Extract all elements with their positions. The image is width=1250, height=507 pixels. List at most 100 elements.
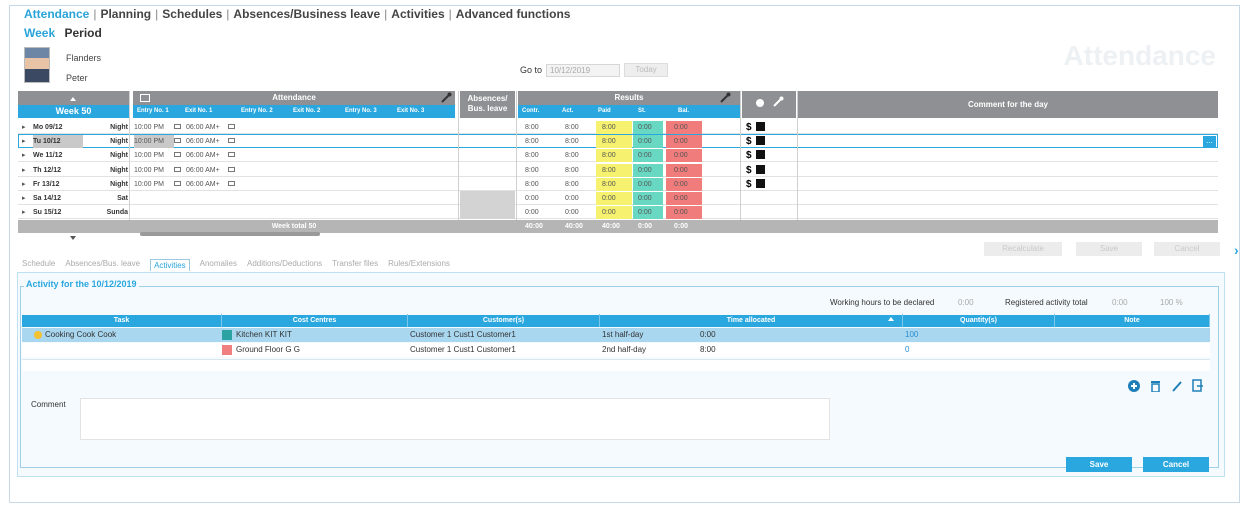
settings-icon[interactable] xyxy=(756,99,764,107)
scroll-up-icon[interactable] xyxy=(70,97,76,101)
wrench-icon[interactable] xyxy=(440,92,452,104)
expand-row-icon[interactable]: ▸ xyxy=(22,192,26,205)
subtab-week[interactable]: Week xyxy=(24,26,55,40)
comment-textarea[interactable] xyxy=(80,398,830,440)
add-icon[interactable] xyxy=(1128,380,1140,392)
shift-label: Night xyxy=(110,124,128,131)
contr-value: 8:00 xyxy=(525,138,539,145)
detail-tab-anomalies[interactable]: Anomalies xyxy=(200,259,237,271)
day-label: Th 12/12 xyxy=(33,167,62,174)
export-icon[interactable] xyxy=(1192,379,1204,392)
contr-value: 8:00 xyxy=(525,167,539,174)
tab-absences[interactable]: Absences/Business leave xyxy=(233,7,380,21)
shift-label: Sunda xyxy=(106,209,128,216)
edit-icon[interactable] xyxy=(1171,380,1183,392)
detail-tab-activities[interactable]: Activities xyxy=(150,259,190,271)
page-watermark: Attendance xyxy=(1063,40,1216,71)
comment-bubble-icon[interactable] xyxy=(228,181,235,186)
comment-bubble-icon[interactable] xyxy=(174,181,181,186)
horizontal-scrollbar[interactable] xyxy=(140,232,320,236)
comment-bubble-icon[interactable] xyxy=(228,167,235,172)
time-allocated: 0:00 xyxy=(700,330,716,339)
shift-label: Night xyxy=(110,167,128,174)
absence-cell xyxy=(460,205,515,219)
calculator-icon[interactable] xyxy=(756,179,765,188)
results-col-header: Contr. xyxy=(522,108,540,114)
activity-col-header[interactable]: Time allocated xyxy=(600,314,903,327)
tab-schedules[interactable]: Schedules xyxy=(162,7,222,21)
attendance-col-header: Exit No. 2 xyxy=(293,108,321,114)
paid-value: 8:00 xyxy=(596,135,632,148)
expand-row-icon[interactable]: ▸ xyxy=(22,135,26,148)
column-divider xyxy=(129,91,130,233)
activity-save-button[interactable]: Save xyxy=(1066,457,1132,472)
more-button[interactable]: ... xyxy=(1203,136,1216,147)
task-icon xyxy=(34,331,42,339)
day-label: Su 15/12 xyxy=(33,209,62,216)
calculator-icon[interactable] xyxy=(756,136,765,145)
comment-bubble-icon[interactable] xyxy=(228,138,235,143)
comment-header: Comment for the day xyxy=(798,91,1218,118)
day-label: Fr 13/12 xyxy=(33,181,60,188)
chevron-right-icon[interactable]: › xyxy=(1234,242,1239,258)
recalculate-button[interactable]: Recalculate xyxy=(984,242,1062,256)
attendance-group-header: Attendance xyxy=(133,91,455,105)
expand-row-icon[interactable]: ▸ xyxy=(22,178,26,191)
shift-label: Night xyxy=(110,138,128,145)
cost-centre-swatch xyxy=(222,330,232,340)
activity-col-header[interactable]: Task xyxy=(22,314,222,327)
paid-value: 8:00 xyxy=(596,121,632,134)
tab-advanced[interactable]: Advanced functions xyxy=(456,7,571,21)
tab-planning[interactable]: Planning xyxy=(100,7,151,21)
expand-row-icon[interactable]: ▸ xyxy=(22,164,26,177)
calendar-icon[interactable] xyxy=(140,94,150,102)
attendance-col-header: Exit No. 3 xyxy=(397,108,425,114)
entry-time: 10:00 PM xyxy=(134,181,164,188)
week-save-button[interactable]: Save xyxy=(1076,242,1142,256)
detail-tab-transfer-files[interactable]: Transfer files xyxy=(332,259,378,271)
tab-activities[interactable]: Activities xyxy=(391,7,444,21)
delete-icon[interactable] xyxy=(1150,380,1161,392)
comment-bubble-icon[interactable] xyxy=(174,138,181,143)
calculator-icon[interactable] xyxy=(756,165,765,174)
bal-value: 0:00 xyxy=(666,178,702,191)
wrench-icon[interactable] xyxy=(772,96,784,108)
comment-bubble-icon[interactable] xyxy=(174,167,181,172)
scroll-down-icon[interactable] xyxy=(70,236,76,240)
money-icon: $ xyxy=(746,122,752,133)
activity-cancel-button[interactable]: Cancel xyxy=(1143,457,1209,472)
sort-up-icon[interactable] xyxy=(888,317,894,321)
detail-tab-absences-bus-leave[interactable]: Absences/Bus. leave xyxy=(65,259,140,271)
comment-bubble-icon[interactable] xyxy=(174,124,181,129)
comment-bubble-icon[interactable] xyxy=(228,152,235,157)
week-cancel-button[interactable]: Cancel xyxy=(1154,242,1220,256)
comment-bubble-icon[interactable] xyxy=(174,152,181,157)
week-label: Week 50 xyxy=(18,105,129,118)
st-value: 0:00 xyxy=(633,164,663,177)
cost-centre: Kitchen KIT KIT xyxy=(236,330,292,339)
wrench-icon[interactable] xyxy=(719,92,731,104)
absence-cell xyxy=(460,191,515,205)
expand-row-icon[interactable]: ▸ xyxy=(22,121,26,134)
attendance-col-header: Exit No. 1 xyxy=(185,108,213,114)
activity-title: Activity for the 10/12/2019 xyxy=(24,279,139,289)
calculator-icon[interactable] xyxy=(756,150,765,159)
calculator-icon[interactable] xyxy=(756,122,765,131)
tab-attendance[interactable]: Attendance xyxy=(24,7,89,21)
expand-row-icon[interactable]: ▸ xyxy=(22,149,26,162)
activity-col-header[interactable]: Customer(s) xyxy=(408,314,600,327)
detail-tab-additions-deductions[interactable]: Additions/Deductions xyxy=(247,259,322,271)
today-button[interactable]: Today xyxy=(624,63,669,77)
activity-col-header[interactable]: Quantity(s) xyxy=(903,314,1055,327)
entry-time: 10:00 PM xyxy=(134,124,164,131)
goto-date-input[interactable]: 10/12/2019 xyxy=(546,63,621,77)
results-col-header: Act. xyxy=(562,108,574,114)
subtab-period[interactable]: Period xyxy=(64,26,101,40)
bal-value: 0:00 xyxy=(666,206,702,219)
activity-col-header[interactable]: Note xyxy=(1055,314,1210,327)
expand-row-icon[interactable]: ▸ xyxy=(22,206,26,219)
activity-col-header[interactable]: Cost Centres xyxy=(222,314,408,327)
detail-tab-schedule[interactable]: Schedule xyxy=(22,259,55,271)
comment-bubble-icon[interactable] xyxy=(228,124,235,129)
detail-tab-rules-extensions[interactable]: Rules/Extensions xyxy=(388,259,450,271)
